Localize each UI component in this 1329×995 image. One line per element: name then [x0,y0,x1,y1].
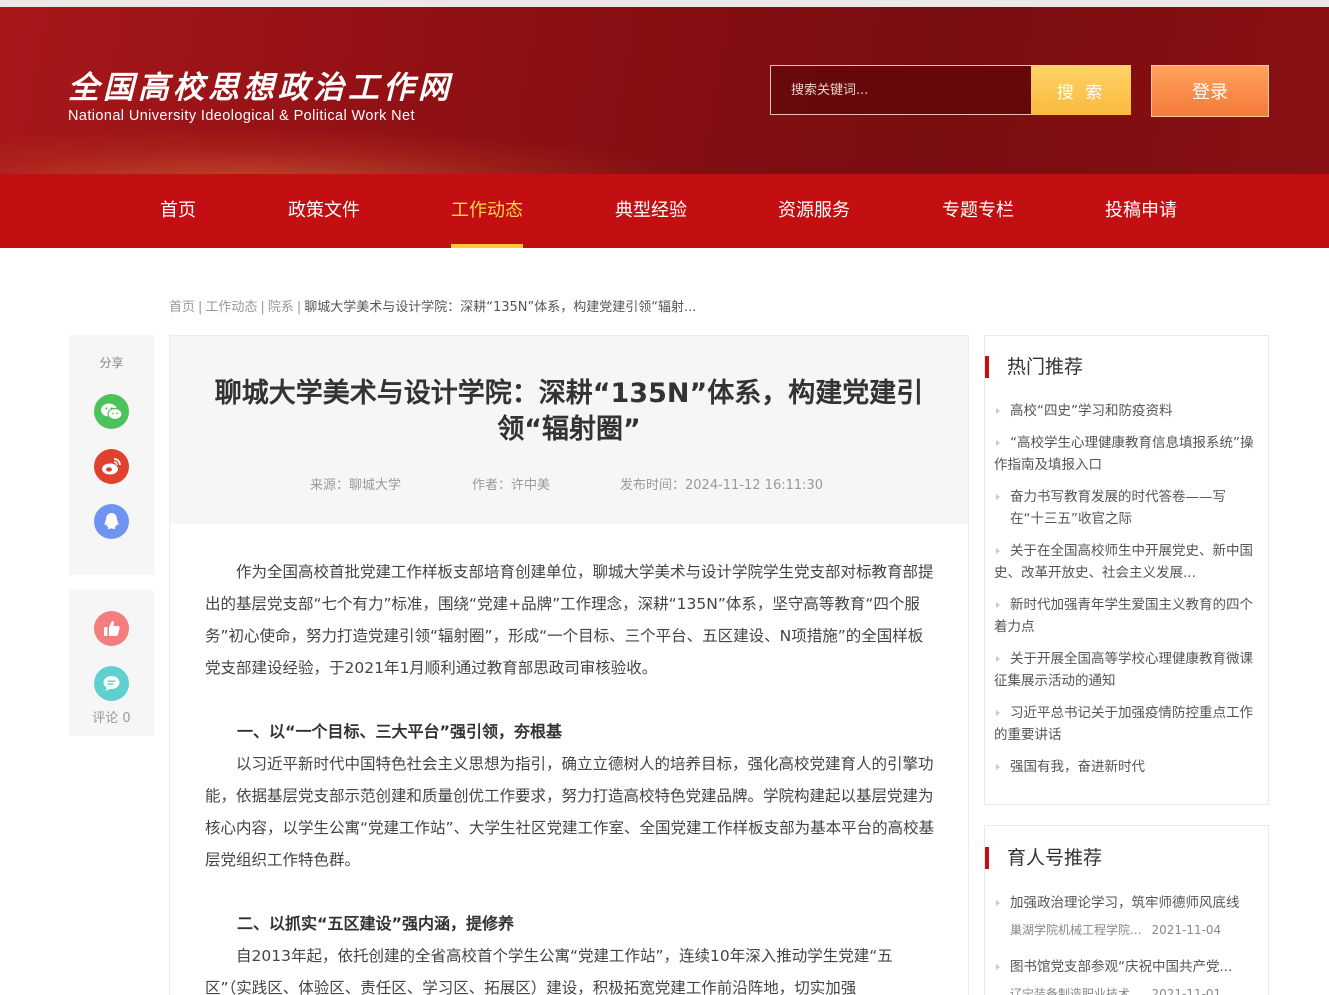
share-title: 分享 [99,356,124,370]
article-section-heading: 二、以抓实“五区建设”强内涵，提修养 [237,914,515,933]
top-strip [0,0,1329,7]
recommend-item-date: 2021-11-04 [1151,923,1222,937]
article-paragraph: 作为全国高校首批党建工作样板支部培育创建单位，聊城大学美术与设计学院学生党支部对… [205,563,934,677]
search-input[interactable] [771,66,1031,114]
share-panel: 分享 [69,335,154,575]
weibo-icon[interactable] [94,449,129,484]
logo-chinese: 全国高校思想政治工作网 [68,70,453,106]
wechat-icon[interactable] [94,394,129,429]
logo-english: National University Ideological & Politi… [68,108,415,124]
nav-work-news[interactable]: 工作动态 [451,174,523,248]
list-item[interactable]: 习近平总书记关于加强疫情防控重点工作的重要讲话 [994,702,1254,746]
article-header: 聊城大学美术与设计学院：深耕“135N”体系，构建党建引领“辐射圈” 来源：聊城… [170,336,968,524]
list-item[interactable]: 奋力书写教育发展的时代答卷——写在“十三五”收官之际 [994,486,1254,530]
recommend-title: 育人号推荐 [985,847,1102,869]
recommend-item-source: 辽宁装备制造职业技术... [1010,987,1142,995]
recommend-item-title[interactable]: 图书馆党支部参观“庆祝中国共产党... [994,956,1256,978]
breadcrumb-work-news[interactable]: 工作动态 [205,300,257,315]
breadcrumb-current: 聊城大学美术与设计学院：深耕“135N”体系，构建党建引领“辐射... [304,300,697,315]
comment-count[interactable]: 评论 0 [69,707,154,726]
nav-home[interactable]: 首页 [158,174,198,248]
search-box [770,65,1032,115]
list-item[interactable]: 关于在全国高校师生中开展党史、新中国史、改革开放史、社会主义发展... [994,540,1254,584]
article-source: 来源：聊城大学 [310,478,402,493]
recommend-item-date: 2021-11-01 [1151,987,1222,995]
list-item[interactable]: 图书馆党支部参观“庆祝中国共产党... 辽宁装备制造职业技术... 2021-11… [994,956,1256,995]
header-decoration [0,127,700,174]
recommend-item-title[interactable]: 加强政治理论学习，筑牢师德师风底线 [994,892,1256,914]
article-body: 作为全国高校首批党建工作样板支部培育创建单位，聊城大学美术与设计学院学生党支部对… [205,556,935,995]
nav-special-topics[interactable]: 专题专栏 [941,174,1015,248]
action-panel: 评论 0 [69,590,154,736]
thumbs-up-icon[interactable] [94,611,129,646]
recommend-item-source: 巢湖学院机械工程学院... [1010,923,1142,937]
list-item[interactable]: 强国有我，奋进新时代 [994,756,1254,778]
recommend-box: 育人号推荐 加强政治理论学习，筑牢师德师风底线 巢湖学院机械工程学院... 202… [984,825,1269,995]
list-item[interactable]: 新时代加强青年学生爱国主义教育的四个着力点 [994,594,1254,638]
breadcrumb-home[interactable]: 首页 [169,300,195,315]
recommend-item-meta: 辽宁装备制造职业技术... 2021-11-01 [994,984,1256,995]
main-nav: 首页 政策文件 工作动态 典型经验 资源服务 专题专栏 投稿申请 [0,174,1329,248]
article-paragraph: 自2013年起，依托创建的全省高校首个学生公寓“党建工作站”，连续10年深入推动… [205,947,893,995]
article: 聊城大学美术与设计学院：深耕“135N”体系，构建党建引领“辐射圈” 来源：聊城… [169,335,969,995]
list-item[interactable]: 加强政治理论学习，筑牢师德师风底线 巢湖学院机械工程学院... 2021-11-0… [994,892,1256,940]
list-item[interactable]: 高校“四史”学习和防疫资料 [994,400,1254,422]
login-button[interactable]: 登录 [1151,65,1269,117]
nav-resources[interactable]: 资源服务 [777,174,851,248]
article-published-time: 发布时间：2024-11-12 16:11:30 [620,478,824,493]
article-paragraph: 以习近平新时代中国特色社会主义思想为指引，确立立德树人的培养目标，强化高校党建育… [205,755,935,869]
article-title: 聊城大学美术与设计学院：深耕“135N”体系，构建党建引领“辐射圈” [214,378,924,445]
nav-typical-experience[interactable]: 典型经验 [614,174,688,248]
hot-recommend-title: 热门推荐 [985,356,1083,378]
recommend-item-meta: 巢湖学院机械工程学院... 2021-11-04 [994,920,1256,940]
article-section-heading: 一、以“一个目标、三大平台”强引领，夯根基 [237,722,563,741]
hot-recommend-box: 热门推荐 高校“四史”学习和防疫资料 “高校学生心理健康教育信息填报系统”操作指… [984,335,1269,805]
comment-icon[interactable] [94,666,129,701]
hot-recommend-list: 高校“四史”学习和防疫资料 “高校学生心理健康教育信息填报系统”操作指南及填报入… [994,400,1254,788]
breadcrumb: 首页 | 工作动态 | 院系 | 聊城大学美术与设计学院：深耕“135N”体系，构建党建引领… [169,300,697,315]
nav-policy[interactable]: 政策文件 [287,174,361,248]
list-item[interactable]: “高校学生心理健康教育信息填报系统”操作指南及填报入口 [994,432,1254,476]
breadcrumb-department[interactable]: 院系 [268,300,294,315]
search-button[interactable]: 搜 索 [1031,65,1131,115]
nav-submit[interactable]: 投稿申请 [1104,174,1178,248]
article-author: 作者：许中美 [472,478,551,493]
qq-icon[interactable] [94,504,129,539]
site-logo[interactable]: 全国高校思想政治工作网 National University Ideologi… [68,69,453,124]
list-item[interactable]: 关于开展全国高等学校心理健康教育微课征集展示活动的通知 [994,648,1254,692]
